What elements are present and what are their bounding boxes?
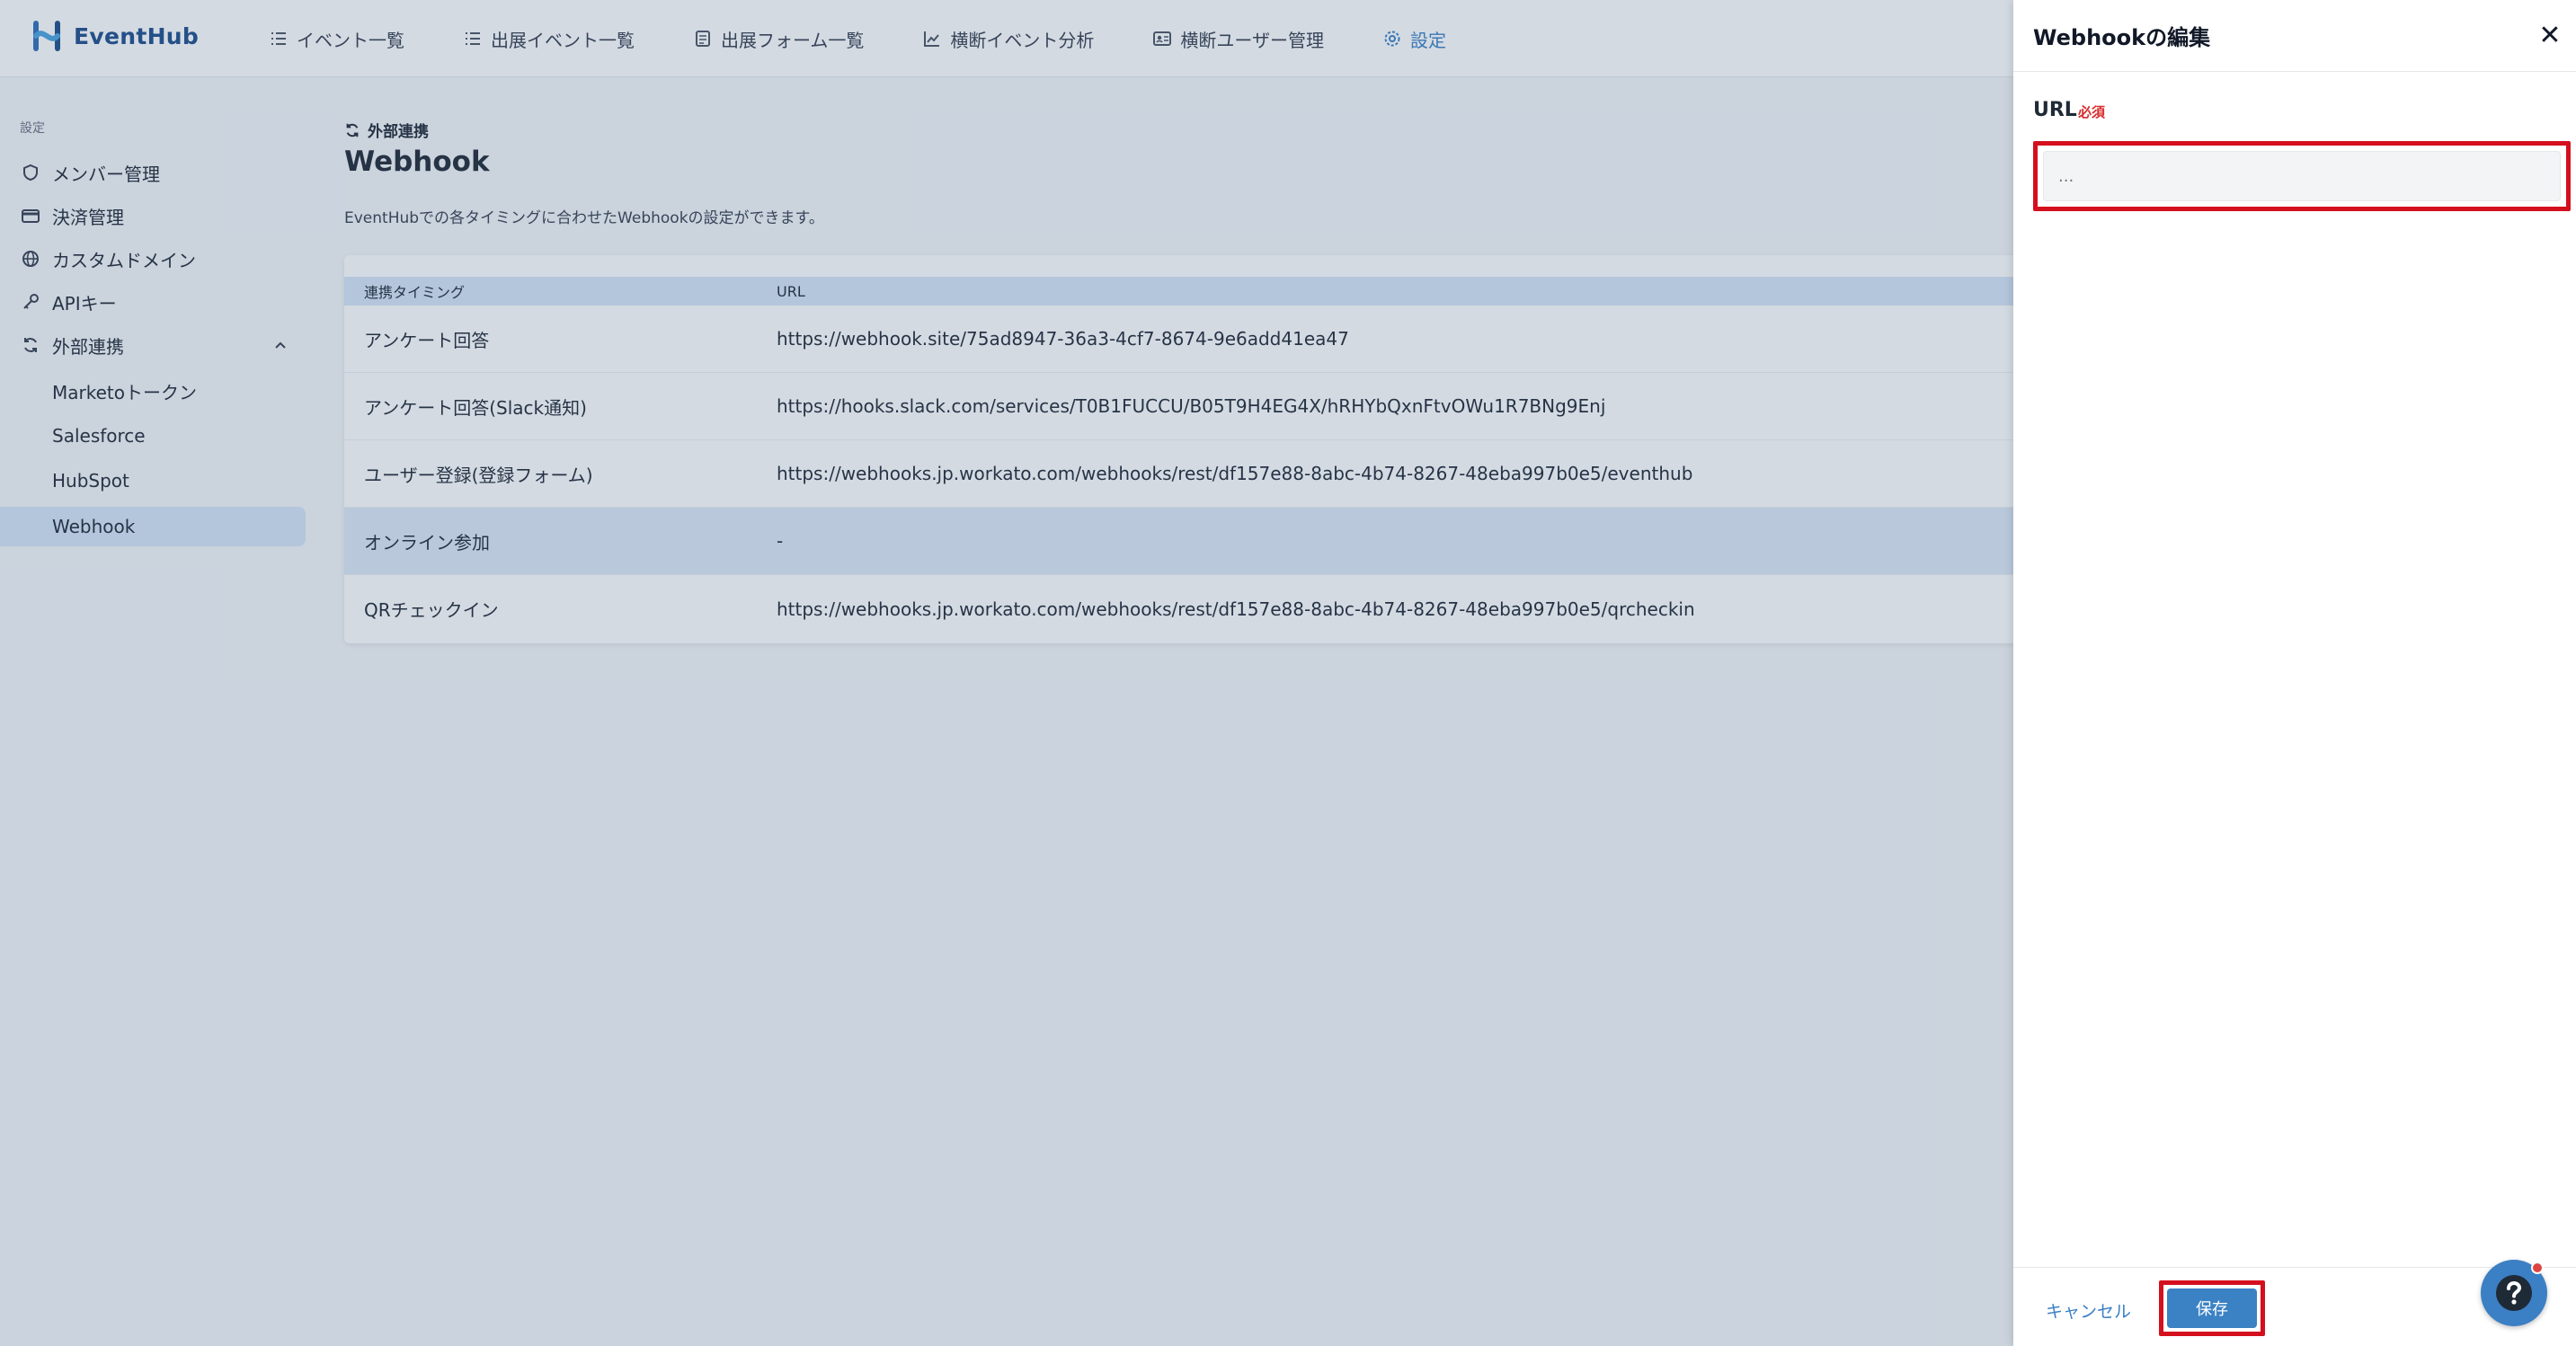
- url-input[interactable]: [2043, 151, 2561, 201]
- url-field-label: URL: [2033, 99, 2077, 121]
- webhook-edit-drawer: Webhookの編集 ✕ URL 必須 キャンセル 保存: [2013, 0, 2576, 1346]
- required-badge: 必須: [2078, 104, 2106, 120]
- notification-dot: [2531, 1262, 2544, 1274]
- close-button[interactable]: ✕: [2536, 20, 2563, 51]
- drawer-title: Webhookの編集: [2033, 25, 2211, 50]
- drawer-header: Webhookの編集 ✕: [2013, 0, 2576, 72]
- save-button[interactable]: 保存: [2167, 1288, 2257, 1328]
- help-button[interactable]: [2481, 1260, 2547, 1326]
- cancel-button[interactable]: キャンセル: [2046, 1298, 2131, 1323]
- save-button-highlight: 保存: [2159, 1280, 2265, 1336]
- question-icon: [2496, 1275, 2532, 1311]
- url-field-highlight: [2033, 141, 2571, 211]
